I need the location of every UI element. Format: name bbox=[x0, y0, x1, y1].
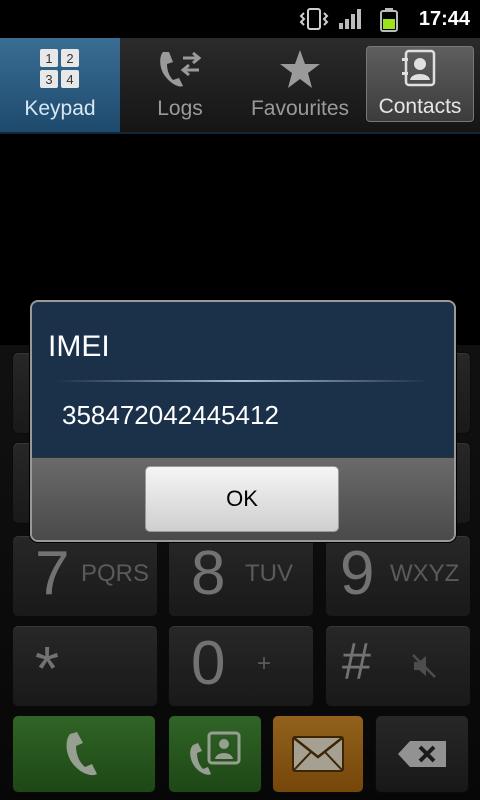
signal-icon bbox=[339, 9, 361, 29]
tab-contacts[interactable]: Contacts bbox=[360, 38, 480, 132]
svg-text:2: 2 bbox=[66, 51, 73, 66]
dialog-title: IMEI bbox=[48, 330, 110, 363]
battery-icon bbox=[380, 8, 398, 32]
tab-favourites[interactable]: Favourites bbox=[240, 38, 360, 132]
tab-logs[interactable]: Logs bbox=[120, 38, 240, 132]
contacts-icon bbox=[402, 49, 436, 87]
svg-text:3: 3 bbox=[45, 72, 52, 87]
imei-value: 358472042445412 bbox=[62, 400, 279, 430]
ok-button[interactable]: OK bbox=[145, 466, 339, 532]
dialog-divider bbox=[56, 380, 430, 382]
tab-keypad-label: Keypad bbox=[24, 97, 96, 120]
keypad-icon: 1 2 3 4 bbox=[40, 49, 79, 88]
status-time: 17:44 bbox=[418, 8, 470, 30]
vibrate-icon bbox=[299, 8, 329, 30]
tab-keypad[interactable]: 1 2 3 4 Keypad bbox=[0, 38, 120, 132]
dialog-footer: OK bbox=[32, 457, 454, 540]
svg-text:4: 4 bbox=[66, 72, 73, 87]
star-icon bbox=[280, 50, 320, 88]
tab-bar: 1 2 3 4 Keypad Logs Favourites Contacts bbox=[0, 38, 480, 134]
tab-favourites-label: Favourites bbox=[250, 97, 350, 120]
tab-contacts-label: Contacts bbox=[378, 95, 462, 118]
imei-dialog: IMEI 358472042445412 OK bbox=[30, 300, 456, 542]
logs-icon bbox=[160, 51, 202, 87]
tab-logs-label: Logs bbox=[157, 97, 203, 120]
status-bar: 17:44 bbox=[0, 0, 480, 38]
svg-text:1: 1 bbox=[45, 51, 52, 66]
